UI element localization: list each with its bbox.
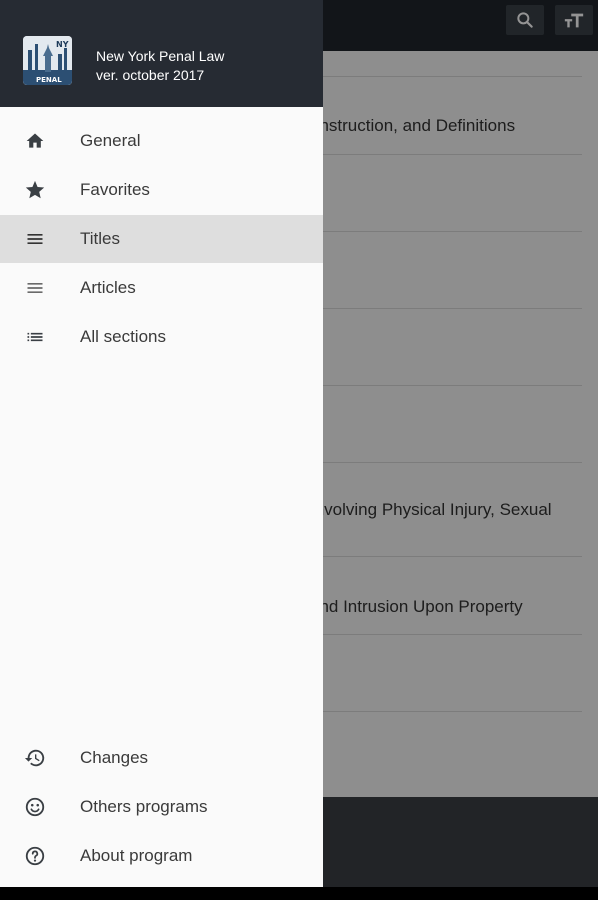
history-icon bbox=[24, 747, 46, 769]
nav-item-changes[interactable]: Changes bbox=[0, 734, 323, 782]
logo-penal-text: PENAL bbox=[36, 76, 62, 84]
navigation-drawer: NY PENAL New York Penal Law ver. october… bbox=[0, 0, 323, 887]
list-icon bbox=[24, 326, 46, 348]
nav-item-label: Changes bbox=[80, 748, 149, 767]
nav-item-label: General bbox=[80, 131, 141, 150]
drawer-header: NY PENAL New York Penal Law ver. october… bbox=[0, 0, 323, 107]
app-version: ver. october 2017 bbox=[96, 67, 205, 83]
nav-item-general[interactable]: General bbox=[0, 117, 323, 165]
nav-item-label: Articles bbox=[80, 278, 136, 297]
menu-icon bbox=[24, 228, 46, 250]
nav-item-label: Titles bbox=[80, 229, 120, 248]
nav-item-titles[interactable]: Titles bbox=[0, 215, 323, 263]
help-icon bbox=[24, 845, 46, 867]
nav-item-all-sections[interactable]: All sections bbox=[0, 313, 323, 361]
system-nav-bar bbox=[0, 887, 598, 900]
logo-ny-text: NY bbox=[56, 40, 69, 49]
home-icon bbox=[24, 130, 46, 152]
nav-item-label: All sections bbox=[80, 327, 166, 346]
nav-item-label: Others programs bbox=[80, 797, 208, 816]
nav-item-label: Favorites bbox=[80, 180, 150, 199]
app-title: New York Penal Law bbox=[96, 48, 225, 64]
nav-item-others-programs[interactable]: Others programs bbox=[0, 783, 323, 831]
nav-item-about-program[interactable]: About program bbox=[0, 832, 323, 880]
nav-item-articles[interactable]: Articles bbox=[0, 264, 323, 312]
app-logo: NY PENAL bbox=[23, 36, 72, 85]
smiley-icon bbox=[24, 796, 46, 818]
star-icon bbox=[24, 179, 46, 201]
nav-item-label: About program bbox=[80, 846, 193, 865]
menu-icon bbox=[24, 277, 46, 299]
nav-item-favorites[interactable]: Favorites bbox=[0, 166, 323, 214]
